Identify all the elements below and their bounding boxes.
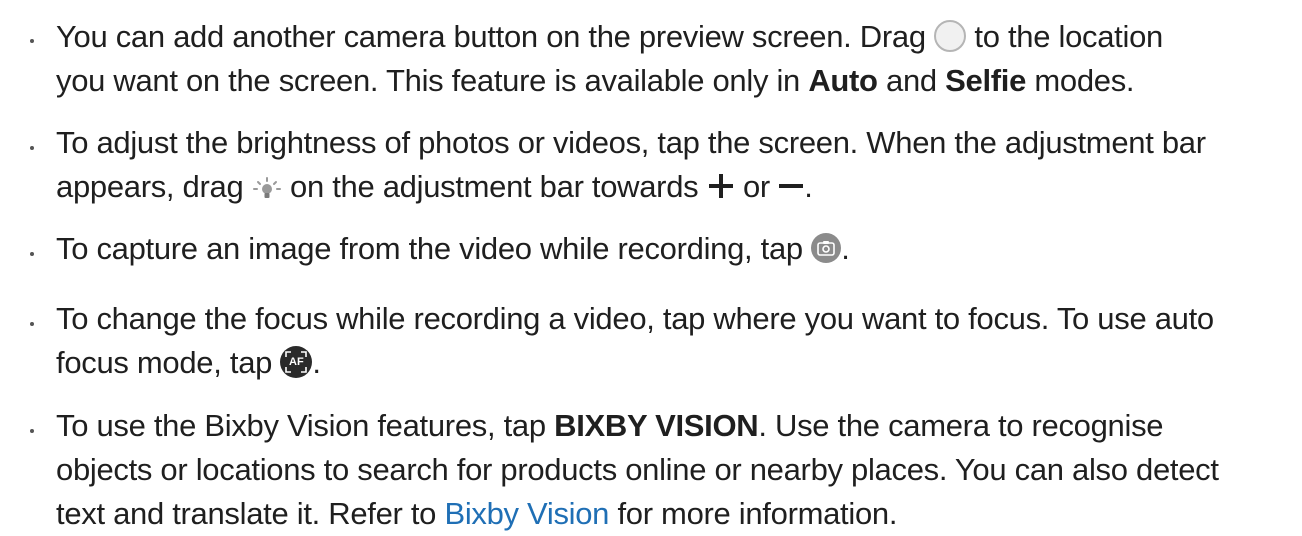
text-line: you want on the screen. This feature is … [56, 63, 1135, 98]
list-item-text: To use the Bixby Vision features, tap BI… [56, 404, 1276, 536]
text-line: You can add another camera button on the… [56, 19, 1163, 54]
selfie-mode-label: Selfie [945, 63, 1027, 98]
text-line: objects or locations to search for produ… [56, 452, 1219, 487]
text-line: To adjust the brightness of photos or vi… [56, 125, 1206, 160]
minus-icon [778, 167, 804, 211]
text-line: To change the focus while recording a vi… [56, 301, 1214, 336]
plus-icon [707, 167, 735, 211]
list-item-text: To adjust the brightness of photos or vi… [56, 121, 1276, 211]
bullet-dot [30, 322, 34, 326]
text-line: appears, drag on the adjustment bar towa… [56, 165, 1276, 211]
af-autofocus-icon: AF [280, 345, 313, 378]
auto-mode-label: Auto [808, 63, 878, 98]
list-item-text: You can add another camera button on the… [56, 15, 1276, 103]
shutter-circle-icon [934, 19, 967, 52]
bullet-dot [30, 39, 34, 43]
list-item-text: To capture an image from the video while… [56, 227, 1276, 271]
text-line: focus mode, tap AF. [56, 345, 321, 380]
manual-page: You can add another camera button on the… [0, 0, 1302, 531]
brightness-bulb-icon [252, 176, 282, 201]
text-line: text and translate it. Refer to Bixby Vi… [56, 496, 898, 531]
capture-camera-icon [811, 232, 842, 263]
list-item-text: To change the focus while recording a vi… [56, 297, 1276, 385]
bullet-dot [30, 146, 34, 150]
bixby-vision-label: BIXBY VISION [554, 408, 759, 443]
bullet-dot [30, 252, 34, 256]
text-line: To use the Bixby Vision features, tap BI… [56, 408, 1164, 443]
text-line: To capture an image from the video while… [56, 231, 850, 266]
bullet-dot [30, 429, 34, 433]
bixby-vision-link[interactable]: Bixby Vision [444, 496, 609, 531]
